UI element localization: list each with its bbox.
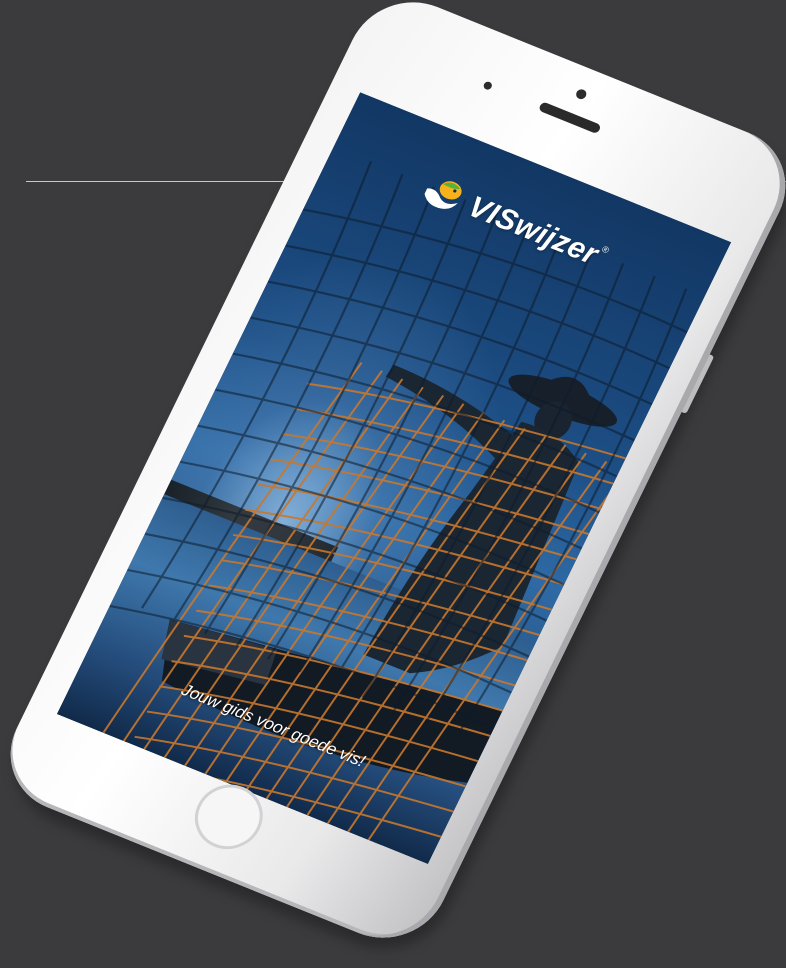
divider-line-left	[26, 181, 326, 182]
net-strand	[235, 199, 467, 647]
net-strand	[250, 316, 635, 442]
net-strand	[172, 173, 404, 622]
front-camera-icon	[574, 87, 589, 101]
net-strand	[232, 352, 618, 478]
net-strand	[487, 301, 719, 749]
net-strand	[267, 280, 653, 406]
registered-mark: ®	[600, 243, 611, 256]
phone-body: VISwijzer ® Jouw gids voor goede vis!	[0, 0, 786, 957]
splash-screen[interactable]: VISwijzer ® Jouw gids voor goede vis!	[57, 92, 732, 864]
proximity-sensor-icon	[482, 80, 494, 91]
net-strand	[424, 275, 656, 724]
net-strand	[306, 382, 626, 460]
net-strand	[140, 161, 372, 609]
earpiece-speaker	[537, 101, 602, 135]
phone-mockup: VISwijzer ® Jouw gids voor goede vis!	[0, 0, 786, 968]
side-power-button	[681, 354, 715, 414]
fishing-net	[102, 161, 719, 841]
net-strand	[456, 288, 688, 737]
